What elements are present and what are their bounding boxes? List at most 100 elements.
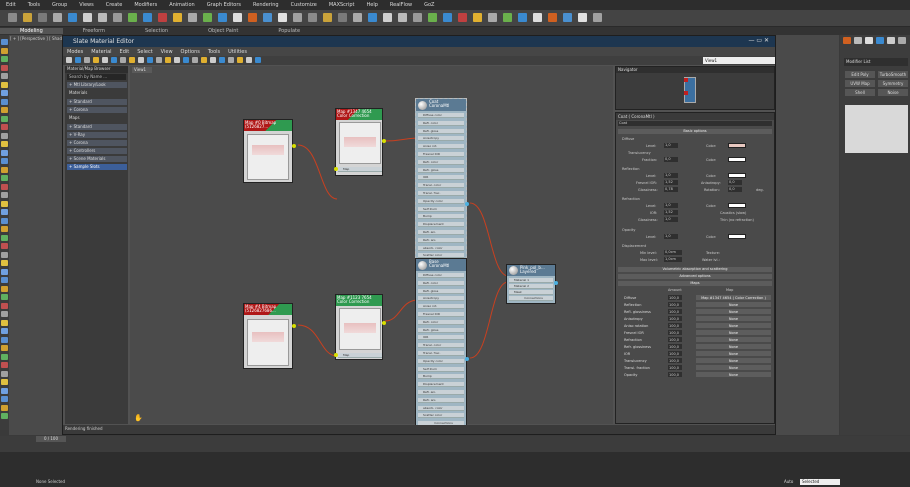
material-slot[interactable]: Bump [418, 214, 464, 220]
selected-dropdown[interactable]: Selected [800, 479, 840, 485]
command-tab-icon[interactable] [887, 37, 895, 44]
tool-icon[interactable] [1, 234, 8, 241]
translucency-color-swatch[interactable] [728, 157, 746, 162]
cc-node-bottom[interactable]: Map #1123 7654 Color Correction Map [334, 294, 386, 360]
toolbar-icon[interactable] [143, 13, 152, 22]
map-amount-input[interactable]: 100,0 [668, 358, 682, 363]
tool-icon[interactable] [1, 328, 8, 334]
toolbar-icon[interactable] [53, 13, 62, 22]
tool-icon[interactable] [1, 183, 8, 190]
command-tab-icon[interactable] [865, 37, 873, 44]
toolbar-icon[interactable] [233, 13, 242, 22]
material-slot[interactable]: Self illum [418, 366, 464, 372]
refl-level-input[interactable]: 1,0 [664, 173, 678, 178]
tool-icon[interactable] [1, 73, 8, 79]
command-tab-icon[interactable] [898, 37, 906, 44]
output-socket[interactable] [382, 321, 386, 325]
material-slot[interactable]: Refl. gloss [418, 128, 464, 134]
material-slot[interactable]: Refl. ani. [418, 390, 464, 395]
ribbon-tab-modeling[interactable]: Modeling [0, 28, 63, 34]
toolbar-icon[interactable] [113, 13, 122, 22]
menu-item-goz[interactable]: GoZ [424, 2, 434, 8]
sme-tool-icon[interactable] [129, 57, 135, 63]
advanced-rollout[interactable]: Advanced options [618, 274, 772, 279]
material-slot[interactable]: Fresnel IOR [418, 152, 464, 157]
sme-tool-icon[interactable] [66, 57, 72, 63]
caustics-checkbox[interactable]: Caustics (slow) [720, 211, 746, 215]
toolbar-icon[interactable] [458, 13, 467, 22]
output-socket[interactable] [554, 281, 558, 285]
sme-tool-icon[interactable] [219, 57, 225, 63]
map-amount-input[interactable]: 100,0 [668, 316, 682, 321]
toolbar-icon[interactable] [203, 13, 212, 22]
material-slot[interactable]: absorb. color [418, 245, 464, 251]
sme-tool-icon[interactable] [183, 57, 189, 63]
ribbon-tab-populate[interactable]: Populate [258, 28, 320, 34]
sme-tool-icon[interactable] [255, 57, 261, 63]
toolbar-icon[interactable] [128, 13, 137, 22]
tool-icon[interactable] [1, 226, 8, 232]
tool-icon[interactable] [1, 260, 8, 266]
glossiness-input[interactable]: 0,78 [664, 187, 678, 192]
sme-menu-utilities[interactable]: Utilities [228, 49, 247, 55]
opacity-color-swatch[interactable] [728, 234, 746, 239]
toolbar-icon[interactable] [323, 13, 332, 22]
blend-slot-2[interactable]: Material 2 [509, 284, 553, 289]
material-slot[interactable]: Anisotropy [418, 296, 464, 302]
coat-material-node[interactable]: Coat CoronaMtl Diffuse color Refl. color R… [415, 98, 469, 274]
sme-tool-icon[interactable] [147, 57, 153, 63]
sme-tool-icon[interactable] [174, 57, 180, 63]
tool-icon[interactable] [1, 268, 8, 275]
bitmap-node-top[interactable]: Map #0 Bitmap (5126827... [243, 119, 296, 183]
sme-tool-icon[interactable] [156, 57, 162, 63]
fresnel-input[interactable]: 1,52 [664, 180, 678, 185]
tool-icon[interactable] [1, 285, 8, 292]
toolbar-icon[interactable] [488, 13, 497, 22]
timeline[interactable] [0, 436, 910, 452]
material-slot[interactable]: IOR [418, 335, 464, 341]
tool-icon[interactable] [1, 192, 8, 198]
material-slot[interactable]: Opacity color [418, 198, 464, 204]
material-slot[interactable]: Fresnel IOR [418, 312, 464, 317]
sme-tool-icon[interactable] [93, 57, 99, 63]
material-slot[interactable]: Refr. color [418, 319, 464, 325]
blend-slot-1[interactable]: Material 1 [509, 278, 553, 283]
sme-tool-icon[interactable] [165, 57, 171, 63]
input-socket[interactable] [334, 353, 338, 357]
tool-icon[interactable] [1, 158, 8, 164]
tool-icon[interactable] [1, 319, 8, 326]
output-socket[interactable] [292, 324, 296, 328]
map-amount-input[interactable]: 100,0 [668, 323, 682, 328]
map-slot-button[interactable]: None [696, 358, 771, 363]
menu-item-graph-editors[interactable]: Graph Editors [207, 2, 241, 8]
toolbar-icon[interactable] [428, 13, 437, 22]
material-slot[interactable]: Refl. ani. [418, 230, 464, 235]
tool-icon[interactable] [1, 294, 8, 300]
auto-key-label[interactable]: Auto [784, 479, 793, 484]
material-name-input[interactable]: Coat [618, 121, 772, 126]
anisotropy-input[interactable]: 0,0 [728, 180, 742, 185]
tool-icon[interactable] [1, 251, 8, 258]
toolbar-icon[interactable] [278, 13, 287, 22]
sme-tool-icon[interactable] [102, 57, 108, 63]
sme-menu-material[interactable]: Material [91, 49, 111, 55]
material-slot[interactable]: Aniso rot. [418, 144, 464, 150]
tool-icon[interactable] [1, 141, 8, 147]
modifier-list-dropdown[interactable]: Modifier List [844, 58, 908, 66]
menu-item-tools[interactable]: Tools [28, 2, 40, 8]
tool-icon[interactable] [1, 175, 8, 181]
cc-map-slot[interactable]: Map [338, 167, 382, 172]
tool-icon[interactable] [1, 277, 8, 283]
map-slot-button[interactable]: None [696, 365, 771, 370]
browser-row[interactable]: + Corona [67, 107, 127, 113]
maps-rollout[interactable]: Maps [618, 281, 772, 286]
tool-icon[interactable] [1, 370, 8, 377]
toolbar-icon[interactable] [158, 13, 167, 22]
toolbar-icon[interactable] [473, 13, 482, 22]
material-slot[interactable]: Aniso rot. [418, 304, 464, 310]
cc-node-top[interactable]: Map #1347 4654 Color Correction Map [334, 108, 386, 176]
tool-icon[interactable] [1, 115, 8, 122]
toolbar-icon[interactable] [263, 13, 272, 22]
output-socket[interactable] [382, 139, 386, 143]
sme-tool-icon[interactable] [111, 57, 117, 63]
